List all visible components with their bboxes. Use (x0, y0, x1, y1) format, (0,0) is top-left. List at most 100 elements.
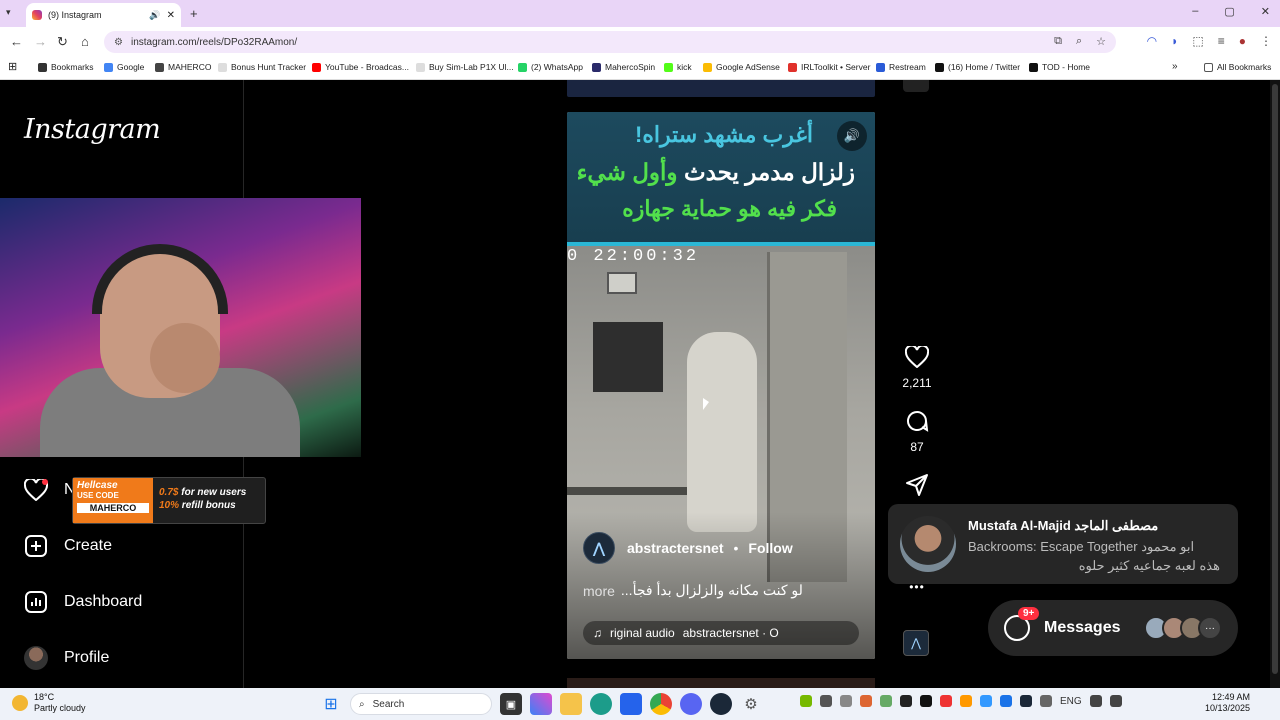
site-info-icon[interactable]: ⚙ (114, 37, 123, 48)
send-icon[interactable] (904, 472, 930, 498)
tray-app-icon[interactable] (860, 695, 872, 707)
page-scrollbar[interactable] (1270, 80, 1280, 688)
mic-icon[interactable] (1040, 695, 1052, 707)
tray-app-icon[interactable] (820, 695, 832, 707)
tray-app-icon[interactable] (980, 695, 992, 707)
messages-button[interactable]: 9+ Messages ··· (988, 600, 1238, 656)
tray-app-icon[interactable] (960, 695, 972, 707)
extension-b-icon[interactable]: ◗ (1171, 34, 1178, 48)
bookmark-0[interactable]: Bookmarks (38, 62, 94, 72)
bookmark-star-icon[interactable]: ☆ (1096, 35, 1106, 48)
discord-icon[interactable] (680, 693, 702, 715)
bookmark-10[interactable]: IRLToolkit • Server (788, 62, 870, 72)
bookmark-12[interactable]: (16) Home / Twitter (935, 62, 1020, 72)
network-icon[interactable] (1089, 695, 1102, 707)
bookmark-9[interactable]: Google AdSense (703, 62, 780, 72)
bookmark-8[interactable]: kick (664, 62, 692, 72)
apps-icon[interactable]: ⊞ (8, 60, 17, 73)
caption-more-link[interactable]: more (583, 583, 615, 599)
language-indicator[interactable]: ENG (1060, 696, 1082, 707)
bookmark-2[interactable]: MAHERCO (155, 62, 211, 72)
time: 12:49 AM (1211, 692, 1250, 702)
avatar[interactable]: ● (1239, 34, 1246, 48)
new-tab-button[interactable]: + (190, 6, 198, 21)
tray-app-icon[interactable] (880, 695, 892, 707)
tab-instagram[interactable]: (9) Instagram 🔊 ✕ (26, 3, 181, 27)
sidebar-item-notifications[interactable]: N (24, 478, 76, 502)
extension-a-icon[interactable]: ◠ (1147, 34, 1157, 48)
message-notification[interactable]: Mustafa Al-Majid مصطفى الماجد Backrooms:… (888, 504, 1238, 584)
home-icon[interactable]: ⌂ (81, 34, 89, 49)
heart-icon[interactable] (904, 344, 930, 370)
zoom-icon[interactable]: ⌕ (1076, 35, 1082, 48)
bookmark-7[interactable]: MahercoSpin (592, 62, 655, 72)
steam-tray-icon[interactable] (1020, 695, 1032, 707)
forward-icon[interactable]: → (34, 34, 47, 49)
bluetooth-icon[interactable] (1000, 695, 1012, 707)
sidebar-item-profile[interactable]: Profile (24, 646, 109, 670)
windows-start-icon[interactable]: ⊞ (320, 693, 342, 715)
copilot-icon[interactable] (530, 693, 552, 715)
tray-app-icon[interactable] (920, 695, 932, 707)
sidebar-item-create[interactable]: Create (24, 534, 112, 558)
speaker-icon[interactable]: 🔊 (149, 10, 160, 21)
bookmark-3[interactable]: Bonus Hunt Tracker (218, 62, 306, 72)
nvidia-icon[interactable] (800, 695, 812, 707)
comment-action[interactable]: 87 (897, 408, 937, 454)
media-control-icon[interactable]: ≡ (1218, 34, 1225, 48)
reel-caption[interactable]: more لو كنت مكانه والزلزال بدأ فجأ... (583, 582, 863, 599)
comment-icon[interactable] (904, 408, 930, 434)
steam-icon[interactable] (710, 693, 732, 715)
minimize-button[interactable]: – (1192, 5, 1198, 18)
taskbar-search[interactable]: ⌕ Search (350, 693, 492, 715)
volume-icon[interactable]: 🔊 (837, 121, 867, 151)
like-action[interactable]: 2,211 (897, 344, 937, 390)
author-username[interactable]: abstractersnet (627, 540, 724, 556)
edge-icon[interactable] (590, 693, 612, 715)
close-window-button[interactable]: ✕ (1261, 5, 1270, 18)
bookmark-5[interactable]: Buy Sim-Lab P1X Ul... (416, 62, 514, 72)
tray-app-icon[interactable] (940, 695, 952, 707)
audio-attribution[interactable]: ♫ riginal audio abstractersnet · O (583, 621, 859, 645)
all-bookmarks[interactable]: All Bookmarks (1204, 62, 1271, 72)
close-tab-icon[interactable]: ✕ (167, 10, 175, 21)
weather-widget[interactable]: 18°C Partly cloudy (12, 692, 86, 714)
store-icon[interactable] (620, 693, 642, 715)
share-action[interactable] (897, 472, 937, 498)
clock[interactable]: 12:49 AM 10/13/2025 (1205, 692, 1250, 714)
offer-2-text: refill bonus (181, 500, 236, 511)
extensions-puzzle-icon[interactable]: ⬚ (1192, 34, 1203, 48)
audio-thumbnail[interactable]: ⋀ (903, 630, 929, 656)
bookmark-13[interactable]: TOD - Home (1029, 62, 1090, 72)
page-icon (416, 62, 425, 72)
task-view-icon[interactable]: ▣ (500, 693, 522, 715)
follow-button[interactable]: Follow (748, 540, 792, 556)
bookmarks-overflow-icon[interactable]: » (1172, 61, 1178, 72)
chrome-menu-icon[interactable]: ⋮ (1260, 34, 1272, 48)
window-controls: – ▢ ✕ (1192, 5, 1270, 18)
tray-app-icon[interactable] (840, 695, 852, 707)
reel-video[interactable]: أغرب مشهد ستراه! زلزال مدمر يحدث وأول شي… (567, 112, 875, 659)
back-icon[interactable]: ← (10, 34, 23, 49)
instagram-logo[interactable]: Instagram (24, 114, 161, 145)
bookmark-4[interactable]: YouTube - Broadcas... (312, 62, 409, 72)
next-reel-edge[interactable] (567, 678, 875, 688)
bookmark-1[interactable]: Google (104, 62, 144, 72)
settings-gear-icon[interactable]: ⚙ (740, 693, 762, 715)
bookmark-11[interactable]: Restream (876, 62, 926, 72)
reload-icon[interactable]: ↻ (57, 34, 68, 50)
maximize-button[interactable]: ▢ (1224, 5, 1234, 18)
sidebar-item-dashboard[interactable]: Dashboard (24, 590, 142, 614)
audio-author: abstractersnet · O (682, 626, 779, 640)
address-bar[interactable]: ⚙ instagram.com/reels/DPo32RAAmon/ (104, 31, 1116, 53)
previous-reel-edge[interactable] (567, 80, 875, 97)
sender-name: Mustafa Al-Majid مصطفى الماجد (968, 518, 1159, 533)
chrome-icon[interactable] (650, 693, 672, 715)
install-icon[interactable]: ⧉ (1054, 35, 1062, 48)
bookmark-6[interactable]: (2) WhatsApp (518, 62, 583, 72)
volume-tray-icon[interactable] (1109, 695, 1122, 707)
tray-app-icon[interactable] (900, 695, 912, 707)
tab-search-icon[interactable]: ▾ (6, 7, 11, 18)
author-avatar[interactable]: ⋀ (583, 532, 615, 564)
file-explorer-icon[interactable] (560, 693, 582, 715)
